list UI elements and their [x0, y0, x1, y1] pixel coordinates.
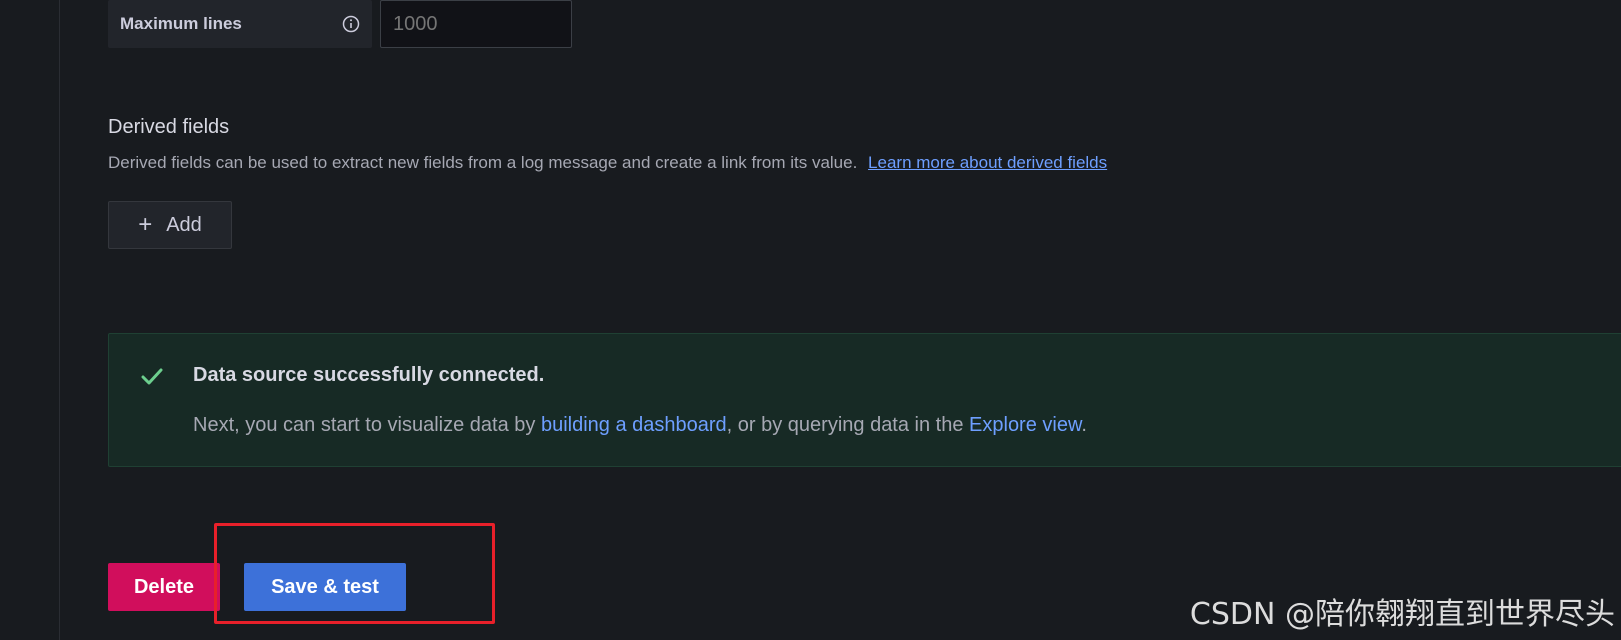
- maximum-lines-label-box: Maximum lines: [108, 0, 372, 48]
- save-test-button[interactable]: Save & test: [244, 563, 406, 611]
- maximum-lines-label: Maximum lines: [120, 14, 242, 33]
- alert-title: Data source successfully connected.: [193, 364, 545, 386]
- alert-body-text-1: Next, you can start to visualize data by: [193, 414, 541, 436]
- add-button-label: Add: [166, 213, 202, 236]
- derived-fields-title: Derived fields: [108, 116, 230, 138]
- success-alert: Data source successfully connected. Next…: [108, 333, 1621, 467]
- csdn-watermark: CSDN @陪你翱翔直到世界尽头: [1189, 597, 1615, 632]
- learn-more-derived-fields-link[interactable]: Learn more about derived fields: [868, 153, 1107, 172]
- explore-view-link[interactable]: Explore view: [969, 414, 1081, 436]
- content-left-border: [59, 0, 60, 640]
- add-derived-field-button[interactable]: + Add: [108, 201, 232, 249]
- derived-fields-description: Derived fields can be used to extract ne…: [108, 153, 1107, 173]
- derived-fields-description-text: Derived fields can be used to extract ne…: [108, 153, 858, 172]
- info-circle-icon[interactable]: [342, 15, 360, 33]
- building-dashboard-link[interactable]: building a dashboard: [541, 414, 727, 436]
- alert-body-text-2: , or by querying data in the: [726, 414, 970, 436]
- maximum-lines-input[interactable]: [380, 0, 572, 48]
- alert-body: Next, you can start to visualize data by…: [193, 414, 1087, 437]
- plus-icon: +: [138, 211, 153, 238]
- delete-button[interactable]: Delete: [108, 563, 220, 611]
- check-icon: [139, 364, 165, 395]
- alert-body-text-3: .: [1081, 414, 1087, 436]
- maximum-lines-row: Maximum lines: [108, 0, 572, 48]
